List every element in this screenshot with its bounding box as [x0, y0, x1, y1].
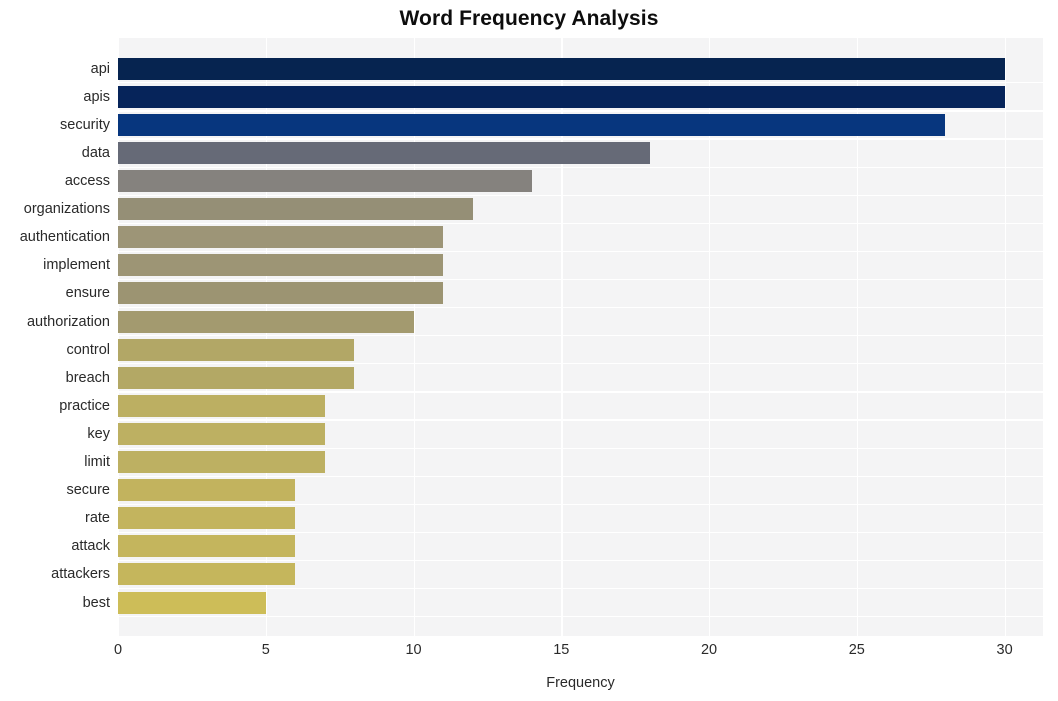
chart-figure: Word Frequency Analysis api apis security d…	[0, 0, 1058, 701]
y-axis-tick-label: security	[60, 116, 110, 133]
y-axis-tick-label: api	[90, 60, 110, 77]
plot-area	[118, 38, 1043, 636]
y-axis-tick-label: data	[81, 144, 110, 161]
y-axis-tick-label: authentication	[19, 229, 110, 246]
y-axis-tick-label: practice	[59, 397, 110, 414]
y-axis-tick-label: control	[66, 341, 110, 358]
y-axis-tick-label: best	[82, 594, 110, 611]
bar	[118, 366, 355, 389]
bar	[118, 170, 532, 193]
bar	[118, 563, 296, 586]
bar	[118, 226, 444, 249]
bar	[118, 254, 444, 277]
y-axis-tick-label: ensure	[65, 285, 110, 302]
x-axis-tick-label: 10	[405, 642, 422, 658]
y-axis-tick-label: attack	[71, 538, 110, 555]
bars-layer	[118, 38, 1043, 636]
y-axis-tick-label: attackers	[51, 566, 110, 583]
y-axis-tick-label: limit	[84, 454, 110, 471]
bar	[118, 282, 444, 305]
x-axis-tick-label: 20	[700, 642, 718, 658]
bar	[118, 57, 1005, 80]
y-axis-tick-label: key	[87, 425, 110, 442]
bar	[118, 310, 414, 333]
bar	[118, 479, 296, 502]
x-axis-tick-labels: 0 5 10 15 20 25 30	[114, 640, 1043, 662]
y-axis-tick-label: authorization	[26, 313, 110, 330]
x-axis-tick-label: 0	[113, 642, 123, 658]
bar	[118, 535, 296, 558]
bar	[118, 85, 1005, 108]
x-axis-tick-label: 25	[848, 642, 865, 658]
x-axis-tick-label: 15	[553, 642, 570, 658]
bar	[118, 141, 650, 164]
bar	[118, 198, 473, 221]
bar	[118, 422, 325, 445]
x-axis-title: Frequency	[546, 675, 615, 691]
y-axis-tick-label: implement	[43, 257, 110, 274]
bar	[118, 394, 325, 417]
bar	[118, 507, 296, 530]
y-axis-tick-label: access	[64, 173, 110, 190]
y-axis-tick-labels: api apis security data access organizations au…	[0, 38, 110, 636]
y-axis-tick-label: apis	[83, 88, 110, 105]
y-axis-tick-label: breach	[65, 369, 110, 386]
y-axis-tick-label: rate	[85, 510, 110, 527]
y-axis-tick-label: secure	[66, 482, 110, 499]
bar	[118, 113, 946, 136]
y-axis-tick-label: organizations	[23, 201, 110, 218]
bar	[118, 338, 355, 361]
x-axis-tick-label: 30	[996, 642, 1013, 658]
x-axis-tick-label: 5	[261, 642, 270, 658]
bar	[118, 451, 325, 474]
chart-title: Word Frequency Analysis	[399, 7, 659, 30]
bar	[118, 591, 266, 614]
